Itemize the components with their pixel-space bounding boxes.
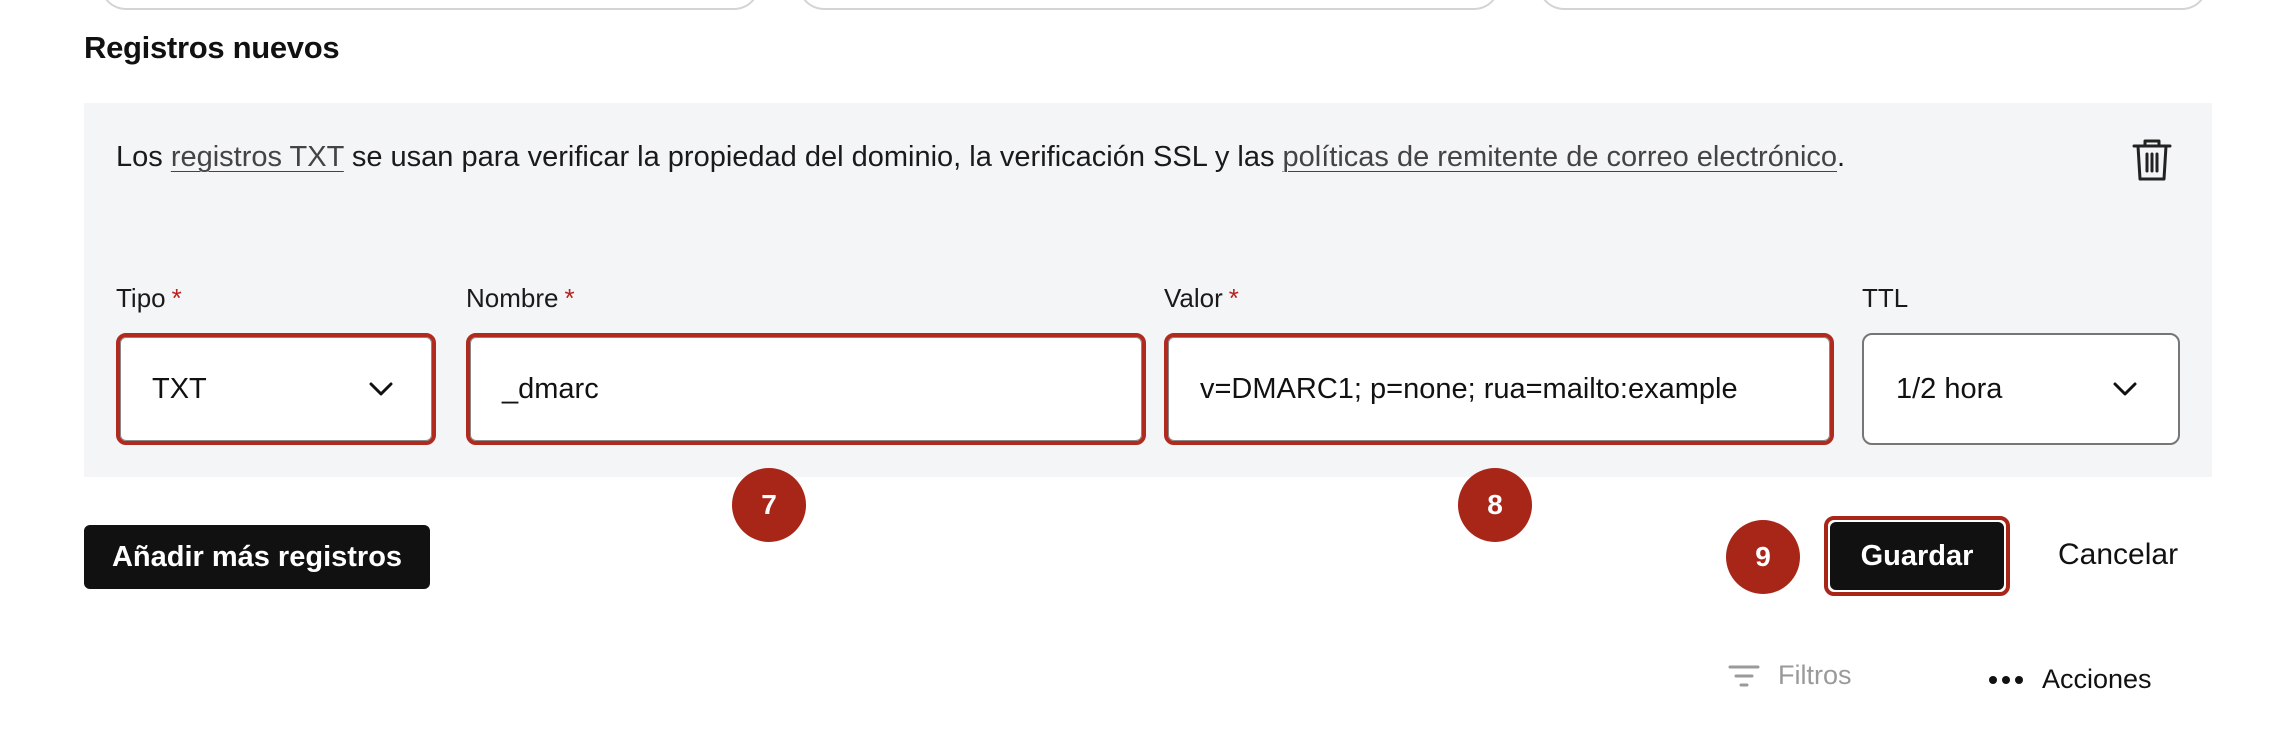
step-badge-9: 9 — [1726, 520, 1800, 594]
name-input[interactable]: _dmarc — [466, 333, 1146, 445]
name-label: Nombre * — [466, 283, 575, 313]
filter-icon — [1728, 665, 1760, 686]
actions-button[interactable]: Acciones — [1988, 664, 2152, 695]
filters-label: Filtros — [1778, 660, 1852, 690]
save-button[interactable]: Guardar — [1830, 522, 2004, 590]
info-middle: se usan para verificar la propiedad del … — [343, 141, 1283, 173]
cancel-button[interactable]: Cancelar — [2058, 538, 2178, 572]
type-select-value: TXT — [152, 372, 207, 405]
add-more-records-button[interactable]: Añadir más registros — [84, 525, 430, 589]
step-badge-7: 7 — [732, 468, 806, 542]
step-badge-8: 8 — [1458, 468, 1532, 542]
info-text: Los registros TXT se usan para verificar… — [116, 141, 1845, 174]
txt-records-link[interactable]: registros TXT — [171, 141, 344, 173]
more-horizontal-icon — [1989, 675, 2023, 684]
top-card-2[interactable] — [798, 0, 1500, 10]
info-suffix: . — [1837, 141, 1846, 173]
value-label: Valor * — [1164, 283, 1239, 313]
value-input-value: v=DMARC1; p=none; rua=mailto:example — [1200, 372, 1738, 405]
type-label: Tipo * — [116, 283, 182, 313]
type-select[interactable]: TXT — [116, 333, 436, 445]
name-input-value: _dmarc — [502, 372, 599, 405]
ttl-label: TTL — [1862, 283, 1909, 313]
section-title: Registros nuevos — [84, 30, 340, 65]
top-card-3[interactable] — [1538, 0, 2208, 10]
chevron-down-icon — [369, 382, 393, 396]
new-record-panel: Los registros TXT se usan para verificar… — [84, 103, 2212, 477]
ttl-select-value: 1/2 hora — [1896, 372, 2003, 405]
email-sender-policies-link[interactable]: políticas de remitente de correo electró… — [1283, 141, 1838, 173]
actions-label: Acciones — [2042, 664, 2152, 694]
dns-records-page: Registros nuevos Los registros TXT se us… — [0, 0, 2282, 754]
info-prefix: Los — [116, 141, 171, 173]
top-card-1[interactable] — [100, 0, 760, 10]
chevron-down-icon — [2113, 382, 2137, 396]
value-input[interactable]: v=DMARC1; p=none; rua=mailto:example — [1164, 333, 1834, 445]
ttl-select[interactable]: 1/2 hora — [1862, 333, 2180, 445]
filters-button[interactable]: Filtros — [1728, 660, 1852, 691]
trash-icon[interactable] — [2130, 137, 2174, 183]
